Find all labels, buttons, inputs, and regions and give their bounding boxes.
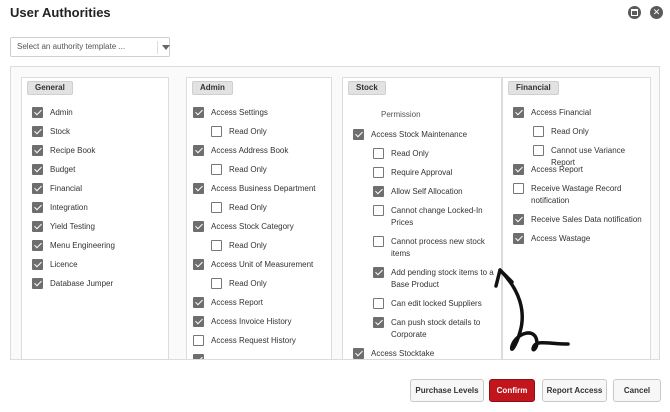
panel-label-stock: Stock [348, 81, 386, 95]
checkbox-icon[interactable] [513, 183, 524, 194]
close-icon[interactable]: ✕ [650, 6, 663, 19]
checkbox-icon[interactable] [32, 240, 43, 251]
panel-general: General Admin Stock Recipe Book Budget F… [21, 77, 169, 359]
checkbox-icon[interactable] [373, 167, 384, 178]
panel-label-admin: Admin [192, 81, 233, 95]
panel-label-financial: Financial [508, 81, 559, 95]
checkbox-icon[interactable] [32, 183, 43, 194]
checkbox-icon[interactable] [211, 202, 222, 213]
checkbox-icon[interactable] [211, 164, 222, 175]
checkbox-icon[interactable] [373, 298, 384, 309]
title-bar: User Authorities ✕ [0, 0, 670, 26]
chevron-down-icon[interactable] [162, 45, 170, 50]
checkbox-icon[interactable] [32, 278, 43, 289]
checkbox-icon[interactable] [211, 240, 222, 251]
checkbox-icon[interactable] [513, 214, 524, 225]
checkbox-icon[interactable] [513, 107, 524, 118]
checkbox-icon[interactable] [32, 221, 43, 232]
panel-label-general: General [27, 81, 73, 95]
checkbox-icon[interactable] [193, 259, 204, 270]
checkbox-icon[interactable] [193, 221, 204, 232]
checkbox-icon[interactable] [32, 145, 43, 156]
panel-stock[interactable]: Stock Permission Access Stock Maintenanc… [342, 77, 502, 359]
authority-template-select[interactable]: Select an authority template ... [10, 37, 170, 57]
authorities-content: General Admin Stock Recipe Book Budget F… [10, 66, 660, 360]
checkbox-icon[interactable] [193, 316, 204, 327]
checkbox-icon[interactable] [193, 107, 204, 118]
checkbox-icon[interactable] [211, 126, 222, 137]
checkbox-icon[interactable] [193, 183, 204, 194]
checkbox-icon[interactable] [32, 202, 43, 213]
window-title: User Authorities [10, 5, 111, 20]
authority-template-value: Select an authority template ... [17, 42, 126, 51]
checkbox-icon[interactable] [533, 126, 544, 137]
panel-admin: Admin Access Settings Read Only Access A… [186, 77, 332, 359]
checkbox-icon[interactable] [193, 335, 204, 346]
checkbox-icon[interactable] [32, 259, 43, 270]
purchase-levels-button[interactable]: Purchase Levels [410, 379, 484, 402]
checkbox-icon[interactable] [353, 348, 364, 359]
report-access-button[interactable]: Report Access [542, 379, 607, 402]
checkbox-icon[interactable] [32, 126, 43, 137]
panel-financial: Financial Access Financial Read Only Can… [502, 77, 651, 359]
checkbox-icon[interactable] [193, 354, 204, 359]
checkbox-icon[interactable] [373, 236, 384, 247]
checkbox-icon[interactable] [193, 145, 204, 156]
checkbox-icon[interactable] [32, 107, 43, 118]
stock-permission-text: Permission [381, 110, 421, 119]
confirm-button[interactable]: Confirm [489, 379, 535, 402]
checkbox-icon[interactable] [373, 148, 384, 159]
checkbox-icon[interactable] [211, 278, 222, 289]
select-divider [157, 41, 158, 54]
checkbox-icon[interactable] [513, 164, 524, 175]
cancel-button[interactable]: Cancel [613, 379, 661, 402]
checkbox-icon[interactable] [373, 186, 384, 197]
checkbox-icon[interactable] [373, 205, 384, 216]
checkbox-icon[interactable] [353, 129, 364, 140]
minimize-icon[interactable] [628, 6, 641, 19]
checkbox-icon[interactable] [193, 297, 204, 308]
checkbox-icon[interactable] [32, 164, 43, 175]
checkbox-icon[interactable] [373, 267, 384, 278]
checkbox-icon[interactable] [513, 233, 524, 244]
checkbox-icon[interactable] [533, 145, 544, 156]
checkbox-icon[interactable] [373, 317, 384, 328]
